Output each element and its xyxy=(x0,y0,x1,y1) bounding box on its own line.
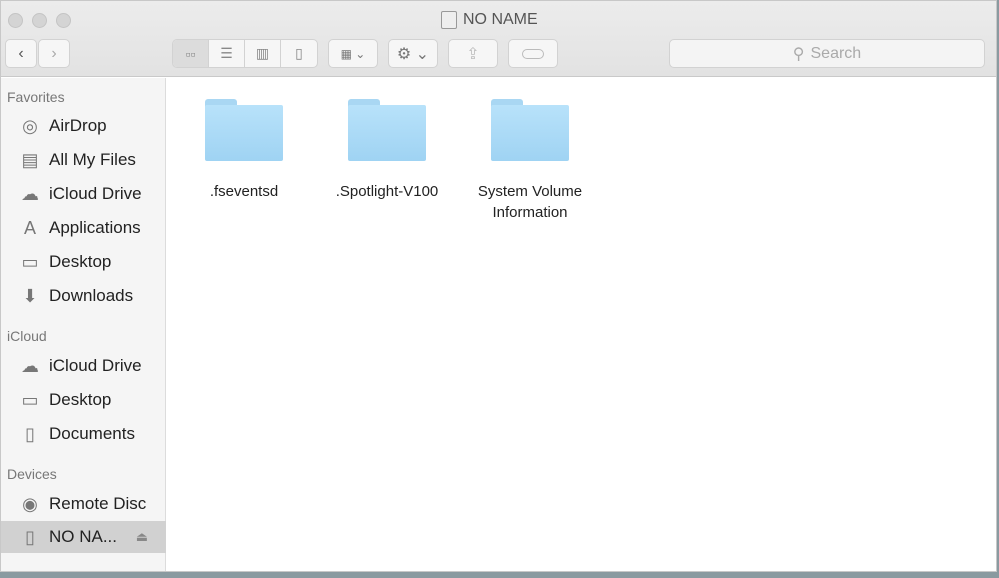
search-input[interactable]: ⚲ Search xyxy=(669,39,985,68)
eject-icon[interactable]: ⏏ xyxy=(136,529,148,545)
back-button[interactable]: ‹ xyxy=(5,39,37,68)
folder-item[interactable]: System Volume Information xyxy=(465,99,595,223)
sidebar-item-icloud-drive[interactable]: ☁ iCloud Drive xyxy=(1,178,166,210)
desktop-icon: ▭ xyxy=(21,251,39,272)
downloads-icon: ⬇ xyxy=(22,285,38,306)
sidebar-item-documents[interactable]: ▯ Documents xyxy=(1,418,166,450)
sidebar-item-no-name[interactable]: ▯ NO NA... ⏏ xyxy=(1,521,166,553)
folder-icon xyxy=(491,99,569,161)
zoom-button[interactable] xyxy=(56,13,71,28)
disc-icon: ◉ xyxy=(22,493,38,514)
list-view-icon[interactable]: ☰ xyxy=(209,40,245,67)
sidebar-item-icloud-drive-2[interactable]: ☁ iCloud Drive xyxy=(1,350,166,382)
folder-icon xyxy=(205,99,283,161)
desktop-icon: ▭ xyxy=(21,389,39,410)
documents-icon: ▯ xyxy=(25,423,35,444)
sidebar-item-desktop[interactable]: ▭ Desktop xyxy=(1,246,166,278)
section-favorites: Favorites xyxy=(7,89,65,105)
drive-icon xyxy=(441,11,457,29)
sidebar-item-remote-disc[interactable]: ◉ Remote Disc xyxy=(1,488,166,520)
folder-icon xyxy=(348,99,426,161)
sidebar-item-all-my-files[interactable]: ▤ All My Files xyxy=(1,144,166,176)
arrange-button[interactable]: ▦ ⌄ xyxy=(328,39,378,68)
share-button[interactable]: ⇪ xyxy=(448,39,498,68)
section-icloud: iCloud xyxy=(7,328,47,344)
share-icon: ⇪ xyxy=(466,45,480,63)
sidebar: Favorites ◎ AirDrop ▤ All My Files ☁ iCloud… xyxy=(1,78,166,571)
cloud-icon: ☁ xyxy=(21,355,39,376)
all-files-icon: ▤ xyxy=(21,149,39,170)
view-mode-control[interactable]: ▫▫ ☰ ▥ ▯ xyxy=(172,39,318,68)
forward-button[interactable]: › xyxy=(38,39,70,68)
action-button[interactable]: ⚙ ⌄ xyxy=(388,39,438,68)
finder-window: NO NAME ‹ › ▫▫ ☰ ▥ ▯ ▦ ⌄ ⚙ ⌄ ⇪ ⚲ Search … xyxy=(0,0,997,572)
arrange-icon: ▦ ⌄ xyxy=(340,46,366,61)
tag-icon xyxy=(522,48,544,59)
sidebar-item-airdrop[interactable]: ◎ AirDrop xyxy=(1,110,166,142)
minimize-button[interactable] xyxy=(32,13,47,28)
cloud-icon: ☁ xyxy=(21,183,39,204)
cover-flow-icon[interactable]: ▯ xyxy=(281,40,317,67)
folder-item[interactable]: .Spotlight-V100 xyxy=(322,99,452,202)
gear-icon: ⚙ ⌄ xyxy=(396,45,430,63)
column-view-icon[interactable]: ▥ xyxy=(245,40,281,67)
sidebar-item-downloads[interactable]: ⬇ Downloads xyxy=(1,280,166,312)
tag-button[interactable] xyxy=(508,39,558,68)
window-title: NO NAME xyxy=(441,11,538,29)
toolbar: NO NAME ‹ › ▫▫ ☰ ▥ ▯ ▦ ⌄ ⚙ ⌄ ⇪ ⚲ Search xyxy=(1,1,996,77)
icon-view-icon[interactable]: ▫▫ xyxy=(173,40,209,67)
airdrop-icon: ◎ xyxy=(22,115,38,136)
sidebar-item-icloud-desktop[interactable]: ▭ Desktop xyxy=(1,384,166,416)
drive-icon: ▯ xyxy=(25,526,35,547)
search-icon: ⚲ xyxy=(792,45,805,63)
section-devices: Devices xyxy=(7,466,57,482)
sidebar-item-applications[interactable]: A Applications xyxy=(1,212,166,244)
close-button[interactable] xyxy=(8,13,23,28)
folder-item[interactable]: .fseventsd xyxy=(179,99,309,202)
applications-icon: A xyxy=(23,217,36,238)
